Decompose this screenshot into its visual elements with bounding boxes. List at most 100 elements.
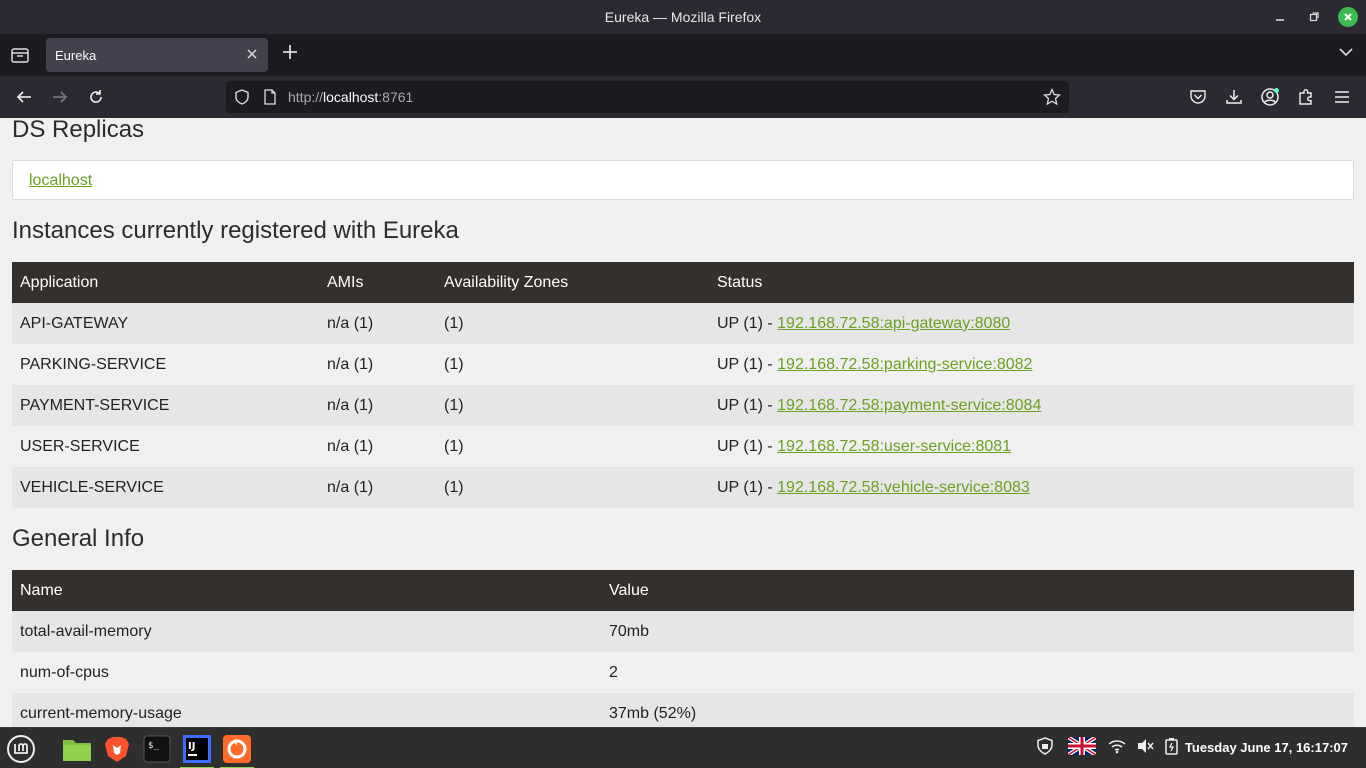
page-content: DS Replicas localhost Instances currentl… <box>0 118 1366 727</box>
col-name: Name <box>20 581 63 599</box>
application-name: PAYMENT-SERVICE <box>20 396 170 414</box>
close-window-button[interactable] <box>1338 7 1358 27</box>
shield-icon[interactable] <box>234 89 250 108</box>
status-cell: UP (1) - 192.168.72.58:payment-service:8… <box>709 385 1354 426</box>
status-cell: UP (1) - 192.168.72.58:user-service:8081 <box>709 426 1354 467</box>
new-tab-button[interactable] <box>279 43 301 65</box>
hamburger-menu-icon <box>1335 91 1349 103</box>
terminal-icon: $_ <box>143 735 171 763</box>
instance-link[interactable]: 192.168.72.58:api-gateway:8080 <box>777 315 1010 332</box>
account-button[interactable] <box>1259 86 1281 108</box>
close-tab-button[interactable] <box>244 47 260 63</box>
table-row: API-GATEWAY n/a (1) (1) UP (1) - 192.168… <box>12 303 1354 344</box>
reload-button[interactable] <box>85 86 107 108</box>
plus-icon <box>283 45 297 59</box>
application-name: PARKING-SERVICE <box>20 355 167 373</box>
amis-value: n/a (1) <box>327 396 374 414</box>
window-titlebar: Eureka — Mozilla Firefox <box>0 0 1366 34</box>
zones-value: (1) <box>444 314 464 332</box>
amis-value: n/a (1) <box>327 355 374 373</box>
col-amis: AMIs <box>327 273 364 291</box>
general-header-row: Name Value <box>12 570 1354 611</box>
volume-muted-icon[interactable] <box>1136 738 1154 759</box>
application-name: API-GATEWAY <box>20 314 129 332</box>
url-bar[interactable]: http://localhost:8761 <box>226 81 1069 113</box>
firefox-view-icon <box>11 48 29 63</box>
wifi-icon[interactable] <box>1108 738 1126 759</box>
info-value: 37mb (52%) <box>609 704 697 722</box>
battery-icon[interactable] <box>1164 737 1180 760</box>
col-availability-zones: Availability Zones <box>444 273 569 291</box>
app-menu-button[interactable] <box>1331 86 1353 108</box>
tab-eureka[interactable]: Eureka <box>46 38 268 72</box>
navigation-toolbar: http://localhost:8761 <box>0 76 1366 118</box>
page-info-icon[interactable] <box>262 89 278 108</box>
window-title: Eureka — Mozilla Firefox <box>604 9 762 25</box>
files-icon <box>63 740 91 761</box>
files-button[interactable] <box>60 732 94 766</box>
maximize-button[interactable] <box>1304 7 1324 27</box>
replica-link[interactable]: localhost <box>29 172 92 190</box>
system-tray <box>1036 728 1180 768</box>
downloads-button[interactable] <box>1223 86 1245 108</box>
url-scheme: http:// <box>288 89 324 105</box>
table-row: PAYMENT-SERVICE n/a (1) (1) UP (1) - 192… <box>12 385 1354 426</box>
clock[interactable]: Tuesday June 17, 16:17:07 <box>1185 740 1348 755</box>
application-name: VEHICLE-SERVICE <box>20 478 164 496</box>
taskbar: $_ IJ Tuesday June 17, 16:17:07 <box>0 727 1366 768</box>
info-value: 70mb <box>609 622 650 640</box>
minimize-button[interactable] <box>1270 7 1290 27</box>
status-cell: UP (1) - 192.168.72.58:parking-service:8… <box>709 344 1354 385</box>
amis-value: n/a (1) <box>327 478 374 496</box>
security-shield-icon[interactable] <box>1036 737 1054 760</box>
status-text: UP (1) - <box>717 355 778 373</box>
col-value: Value <box>609 581 649 599</box>
firefox-icon <box>223 735 251 763</box>
instance-link[interactable]: 192.168.72.58:payment-service:8084 <box>777 397 1041 414</box>
instance-link[interactable]: 192.168.72.58:user-service:8081 <box>777 438 1011 455</box>
table-row: VEHICLE-SERVICE n/a (1) (1) UP (1) - 192… <box>12 467 1354 508</box>
intellij-button[interactable]: IJ <box>180 732 214 768</box>
amis-value: n/a (1) <box>327 437 374 455</box>
zones-value: (1) <box>444 437 464 455</box>
bookmark-star-icon[interactable] <box>1042 87 1062 109</box>
status-text: UP (1) - <box>717 437 778 455</box>
zones-value: (1) <box>444 355 464 373</box>
close-icon <box>1344 13 1352 21</box>
puzzle-icon <box>1299 89 1312 105</box>
instance-link[interactable]: 192.168.72.58:parking-service:8082 <box>777 356 1032 373</box>
col-status: Status <box>717 273 763 291</box>
url-text: http://localhost:8761 <box>288 89 413 105</box>
status-text: UP (1) - <box>717 478 778 496</box>
forward-button[interactable] <box>49 86 71 108</box>
start-menu-button[interactable] <box>4 732 38 766</box>
brave-button[interactable] <box>100 732 134 766</box>
intellij-icon: IJ <box>183 735 211 763</box>
table-row: PARKING-SERVICE n/a (1) (1) UP (1) - 192… <box>12 344 1354 385</box>
info-name: num-of-cpus <box>20 663 109 681</box>
list-all-tabs-button[interactable] <box>1338 44 1354 60</box>
ds-replicas-heading: DS Replicas <box>12 118 145 143</box>
tab-title: Eureka <box>55 47 97 63</box>
firefox-button[interactable] <box>220 732 254 768</box>
keyboard-layout-flag-icon[interactable] <box>1066 735 1098 760</box>
close-icon <box>247 49 257 59</box>
svg-text:IJ: IJ <box>188 741 195 752</box>
extensions-button[interactable] <box>1295 86 1317 108</box>
terminal-button[interactable]: $_ <box>140 732 174 766</box>
status-text: UP (1) - <box>717 314 778 332</box>
table-row: USER-SERVICE n/a (1) (1) UP (1) - 192.16… <box>12 426 1354 467</box>
back-arrow-icon <box>16 91 31 103</box>
table-row: total-avail-memory 70mb <box>12 611 1354 652</box>
pocket-button[interactable] <box>1187 86 1209 108</box>
window-controls <box>1270 7 1358 27</box>
application-name: USER-SERVICE <box>20 437 140 455</box>
firefox-view-button[interactable] <box>10 45 30 65</box>
back-button[interactable] <box>13 86 35 108</box>
reload-icon <box>90 90 102 103</box>
chevron-down-icon <box>1339 48 1353 57</box>
info-name: current-memory-usage <box>20 704 182 722</box>
menu-icon <box>7 735 35 763</box>
info-name: total-avail-memory <box>20 622 152 640</box>
instance-link[interactable]: 192.168.72.58:vehicle-service:8083 <box>777 479 1030 496</box>
